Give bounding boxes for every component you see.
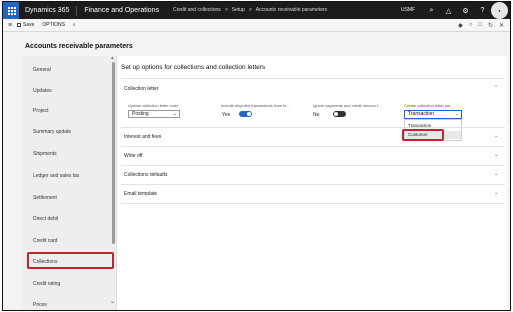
chevron-down-icon[interactable]: ⌄: [494, 133, 498, 139]
top-bar: Dynamics 365 Finance and Operations Cred…: [3, 2, 510, 19]
save-button[interactable]: Save: [17, 22, 34, 28]
save-label: Save: [23, 22, 35, 28]
section-header-write-off[interactable]: Write off: [124, 153, 142, 159]
divider: [121, 127, 505, 128]
breadcrumb-current-page: Accounts receivable parameters: [255, 7, 328, 13]
nav-item-updates[interactable]: Updates: [33, 88, 52, 94]
refresh-icon[interactable]: ↻: [488, 22, 493, 29]
section-header-interest-and-fees[interactable]: Interest and fees: [124, 134, 161, 140]
bell-icon[interactable]: △: [440, 2, 457, 19]
page-subtitle: Set up options for collections and colle…: [121, 64, 266, 71]
chevron-down-icon: ⌄: [454, 111, 459, 117]
gear-icon[interactable]: ⚙: [457, 2, 474, 19]
section-header-collections-defaults[interactable]: Collections defaults: [124, 172, 167, 178]
chevron-up-icon[interactable]: ⌃: [494, 85, 498, 91]
help-icon[interactable]: ?: [474, 2, 491, 19]
breadcrumb: Credit and collections > Setup > Account…: [173, 7, 327, 13]
company-picker[interactable]: USMF: [401, 7, 415, 13]
search-icon[interactable]: ⌕: [423, 2, 440, 19]
avatar[interactable]: ●: [491, 2, 508, 19]
nav-item-summary-update[interactable]: Summary update: [33, 129, 71, 135]
update-letter-code-value: Posting: [132, 111, 149, 117]
ignore-payments-label: Ignore payments and credit memos f...: [313, 103, 382, 108]
parameters-nav: [23, 56, 117, 310]
brand-title[interactable]: Dynamics 365: [25, 7, 69, 14]
chevron-down-icon[interactable]: ⌄: [494, 152, 498, 158]
nav-item-prices[interactable]: Prices: [33, 302, 47, 308]
include-disputed-label: Include disputed transactions from fo...: [221, 103, 290, 108]
divider: [121, 184, 505, 185]
save-icon: [17, 23, 21, 27]
create-letters-per-dropdown[interactable]: Transaction ⌄: [404, 110, 462, 119]
divider: [76, 5, 78, 16]
section-header-collection-letter[interactable]: Collection letter: [124, 86, 158, 92]
section-header-email-template[interactable]: Email template: [124, 191, 157, 197]
favorite-icon[interactable]: ◆: [458, 22, 463, 29]
include-disputed-toggle[interactable]: [239, 111, 252, 117]
breadcrumb-credit-and-collections[interactable]: Credit and collections: [173, 7, 221, 13]
breadcrumb-separator: >: [248, 7, 252, 13]
action-search-icon[interactable]: ⌕: [73, 22, 76, 28]
nav-item-project[interactable]: Project: [33, 108, 49, 114]
attach-icon[interactable]: ○: [469, 22, 473, 29]
toggle-knob: [247, 112, 251, 116]
nav-item-direct-debit[interactable]: Direct debit: [33, 216, 58, 222]
nav-item-credit-card[interactable]: Credit card: [33, 238, 57, 244]
nav-item-credit-rating[interactable]: Credit rating: [33, 281, 60, 287]
ignore-payments-value: No: [313, 112, 320, 118]
customer-option-highlight: [402, 129, 444, 141]
action-bar: ≡ Save OPTIONS ⌕ ◆ ○ □ ↻ ✕: [3, 19, 510, 32]
include-disputed-value: Yes: [222, 112, 231, 118]
update-letter-code-select[interactable]: Posting ⌄: [128, 110, 180, 118]
nav-item-settlement[interactable]: Settlement: [33, 195, 57, 201]
ignore-payments-toggle[interactable]: [333, 111, 346, 117]
options-button[interactable]: OPTIONS: [42, 22, 65, 28]
divider: [121, 146, 505, 147]
avatar-container[interactable]: ●: [491, 2, 508, 19]
breadcrumb-setup[interactable]: Setup: [232, 7, 245, 13]
divider: [121, 165, 505, 166]
nav-scrollbar-thumb[interactable]: [112, 62, 115, 244]
module-title: Finance and Operations: [84, 7, 160, 14]
breadcrumb-separator: >: [224, 7, 228, 13]
chevron-down-icon: ⌄: [172, 111, 177, 117]
hamburger-icon[interactable]: ≡: [3, 22, 17, 29]
scroll-up-icon[interactable]: ▴: [111, 55, 114, 61]
toggle-knob: [334, 112, 338, 116]
page-title: Accounts receivable parameters: [25, 43, 133, 50]
nav-item-general[interactable]: General: [33, 67, 51, 73]
main-content: [117, 56, 507, 310]
create-letters-per-value: Transaction: [408, 111, 434, 117]
window-actions: ◆ ○ □ ↻ ✕: [458, 22, 504, 29]
nav-item-shipments[interactable]: Shipments: [33, 151, 57, 157]
chevron-down-icon[interactable]: ⌄: [494, 190, 498, 196]
open-new-window-icon[interactable]: □: [478, 22, 482, 29]
chevron-down-icon[interactable]: ⌄: [494, 171, 498, 177]
scroll-down-icon[interactable]: ⌄: [110, 298, 115, 305]
collections-highlight: [27, 252, 114, 269]
app-launcher-icon[interactable]: [3, 2, 19, 19]
nav-item-ledger-and-sales-tax[interactable]: Ledger and sales tax: [33, 173, 79, 179]
divider: [121, 78, 505, 79]
top-icons: ⌕ △ ⚙ ? ●: [423, 2, 508, 19]
close-icon[interactable]: ✕: [499, 22, 504, 29]
update-letter-code-label: Update collection letter code: [128, 103, 179, 108]
divider: [121, 203, 505, 204]
create-letters-per-label: Create collection letter per: [404, 103, 451, 108]
